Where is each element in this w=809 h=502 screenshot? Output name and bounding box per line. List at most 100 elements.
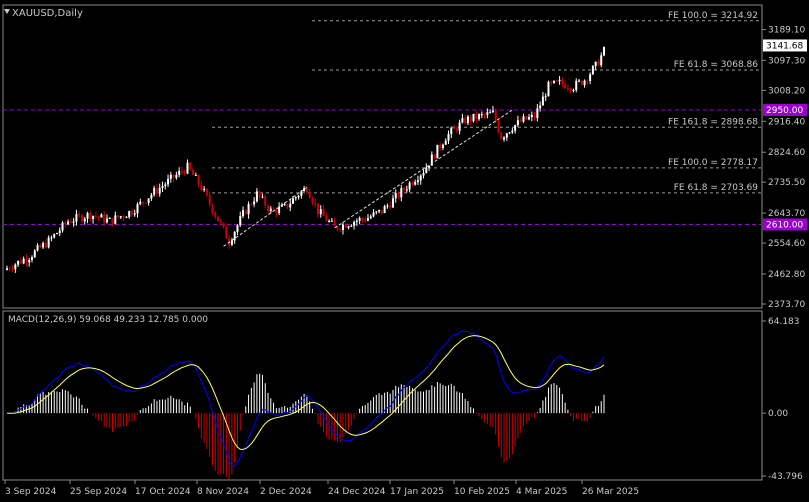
candle-body [28,260,31,263]
candle-body [58,230,61,234]
fib-label: FE 100.0 = 2778.17 [668,158,758,168]
macd-signal-line [6,335,605,450]
candle-body [441,144,444,148]
candle-body [153,188,156,195]
candle-body [161,186,164,188]
candle-body [17,260,20,265]
candle-body [178,170,181,175]
candle-body [558,79,561,82]
candle-body [458,122,461,131]
candle-body [100,214,103,218]
candle-body [314,203,317,205]
candle-body [555,80,558,82]
candle-body [242,210,245,217]
macd-pane-border [2,310,763,481]
time-tick-label: 8 Nov 2024 [197,487,249,497]
candle-body [525,116,528,120]
candle-body [541,96,544,106]
macd-tick-label: 64.183 [768,317,800,327]
time-tick-label: 25 Sep 2024 [70,487,127,497]
candle-body [358,218,361,221]
chart-window: FE 100.0 = 3214.92 FE 61.8 = 3068.86 FE 16… [0,0,809,498]
candle-body [344,224,347,228]
candle-body [192,169,195,176]
candle-body [519,120,522,122]
candle-body [383,206,386,214]
candle-body [208,195,211,205]
candle-body [183,171,186,174]
price-tick-label: 3097.30 [768,56,805,66]
candle-body [36,245,39,251]
candle-body [33,250,36,258]
candle-body [375,211,378,213]
candle-body [466,116,469,124]
candle-body [8,268,11,270]
candle-body [61,222,64,231]
candle-body [416,180,419,183]
candle-body [591,66,594,75]
candle-body [391,198,394,208]
candle-body [511,130,514,133]
price-pane-border [2,4,763,309]
candle-body [175,174,178,178]
candle-body [50,237,53,239]
candle-body [539,105,542,109]
fib-label: FE 61.8 = 2703.69 [674,183,759,193]
price-chart[interactable]: FE 100.0 = 3214.92 FE 61.8 = 3068.86 FE 16… [0,0,809,498]
candle-body [136,203,139,214]
candle-body [453,127,456,129]
candle-body [197,175,200,185]
chart-symbol-label: XAUUSD,Daily [12,8,83,19]
candle-body [105,218,108,223]
candle-body [469,116,472,122]
candle-body [333,220,336,227]
candle-body [322,209,325,216]
candle-body [111,217,114,224]
candle-body [292,198,295,204]
time-tick-label: 4 Mar 2025 [516,487,567,497]
candle-body [347,226,350,228]
candle-body [514,125,517,131]
candle-body [330,220,333,222]
candle-body [75,214,78,222]
candle-body [353,221,356,226]
candle-body [97,216,100,218]
candle-body [167,178,170,185]
candle-body [211,204,214,213]
candle-body [547,81,550,97]
candle-body [533,114,536,119]
candle-body [19,260,22,264]
candle-body [172,174,175,178]
price-tick-label: 3008.20 [768,86,805,96]
candle-body [530,114,533,118]
candle-body [408,182,411,190]
candle-body [403,188,406,190]
candle-body [189,162,192,170]
candle-body [503,137,506,140]
candle-body [319,209,322,215]
candle-body [444,140,447,145]
candle-body [283,203,286,205]
candle-body [42,243,45,248]
candle-body [236,225,239,232]
candle-body [419,175,422,181]
candle-body [569,88,572,91]
candle-body [400,188,403,198]
candle-body [489,112,492,114]
candle-body [150,194,153,199]
candle-body [64,222,67,225]
candle-body [436,144,439,159]
candle-body [230,240,233,245]
candle-body [289,203,292,208]
fib-label: FE 61.8 = 3068.86 [674,60,759,70]
candle-body [103,214,106,223]
time-tick-label: 3 Sep 2024 [5,487,57,497]
candle-body [186,162,189,174]
candle-body [564,84,567,89]
candle-body [144,202,147,204]
dropdown-arrow-icon[interactable] [4,9,10,14]
candle-body [380,209,383,214]
price-tick-label: 2916.40 [768,117,805,127]
price-tick-label: 2735.50 [768,178,805,188]
candle-body [372,212,375,217]
